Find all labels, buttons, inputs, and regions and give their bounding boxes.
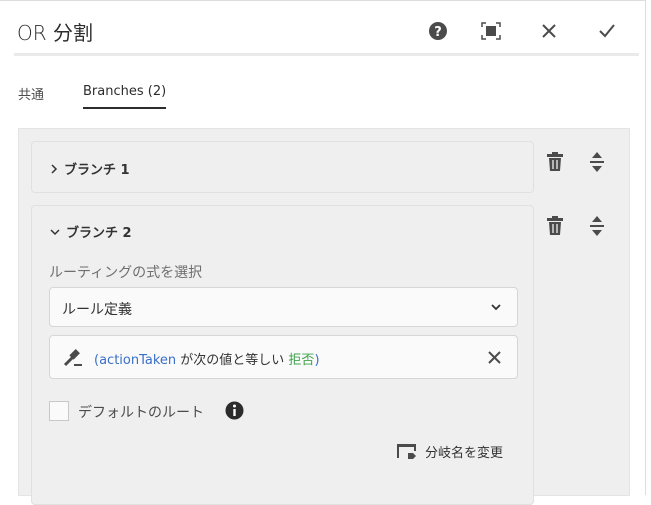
delete-branch-2-button[interactable] [543,214,567,238]
chevron-down-icon [491,304,501,311]
condition-value: 拒否 [288,353,315,368]
rename-tag-icon [397,443,416,459]
condition-field: actionTaken [99,353,177,368]
or-split-dialog: OR 分割 ? 共通 Branches (2) ブランチ 1 ブランチ 2 ルー… [0,0,646,505]
rule-condition[interactable]: (actionTaken が次の値と等しい 拒否) [49,335,518,379]
rename-branch-button[interactable]: 分岐名を変更 [397,442,503,461]
branch-card-1: ブランチ 1 [31,141,534,193]
help-icon: ? [429,22,447,40]
branches-panel: ブランチ 1 ブランチ 2 ルーティングの式を選択 ルール定義 (actionT… [18,128,630,505]
svg-text:?: ? [434,25,442,40]
fullscreen-icon [481,22,501,40]
remove-condition-icon[interactable] [488,351,501,364]
branch-1-header[interactable]: ブランチ 1 [50,159,130,178]
branch-card-2: ブランチ 2 ルーティングの式を選択 ルール定義 (actionTaken が次… [31,205,534,505]
info-icon[interactable] [225,401,244,420]
branch-2-name: ブランチ 2 [66,226,132,241]
routing-expression-label: ルーティングの式を選択 [49,265,203,281]
trash-icon [547,216,563,235]
routing-expression-value: ルール定義 [62,302,132,318]
close-button[interactable] [537,19,561,43]
condition-operator: が次の値と等しい [176,353,289,368]
dialog-title: OR 分割 [17,21,93,45]
move-vertical-icon [590,152,604,172]
reorder-branch-2-handle[interactable] [585,214,609,238]
chevron-right-icon [51,163,58,174]
reorder-branch-1-handle[interactable] [585,150,609,174]
delete-branch-1-button[interactable] [543,150,567,174]
chevron-down-icon [50,228,60,235]
condition-close-paren: ) [314,353,320,368]
move-vertical-icon [590,216,604,236]
checkmark-icon [599,24,615,38]
done-button[interactable] [595,19,619,43]
header-divider [14,53,639,56]
rename-branch-label: 分岐名を変更 [425,446,504,461]
branch-2-header[interactable]: ブランチ 2 [50,222,132,241]
branch-1-name: ブランチ 1 [64,163,130,178]
gavel-icon [63,349,82,367]
trash-icon [547,152,563,171]
default-route-checkbox[interactable] [49,401,69,421]
tab-common[interactable]: 共通 [18,84,44,111]
routing-expression-select[interactable]: ルール定義 [49,287,518,327]
fullscreen-button[interactable] [479,19,503,43]
help-button[interactable]: ? [426,19,450,43]
tab-branches[interactable]: Branches (2) [83,84,167,109]
close-icon [542,24,556,38]
default-route-label: デフォルトのルート [78,405,204,421]
